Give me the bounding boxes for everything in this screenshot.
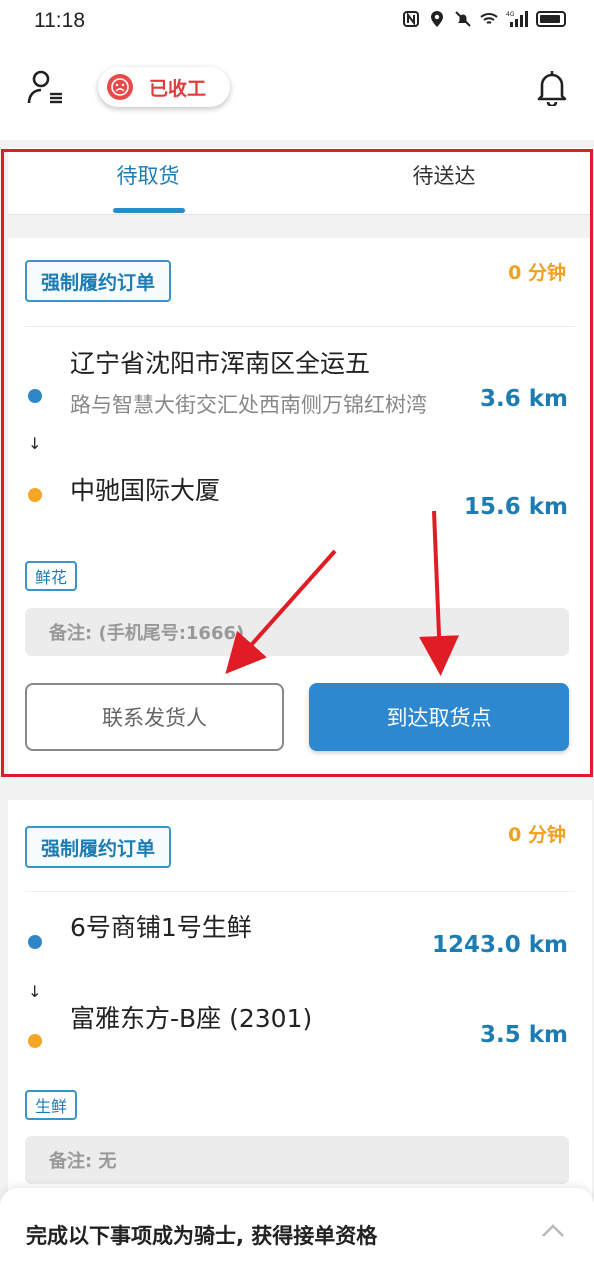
arrow-down-icon: ↓ — [28, 982, 42, 1001]
pickup-address-detail: 路与智慧大街交汇处西南侧万锦红树湾 — [70, 393, 427, 417]
onboarding-prompt: 完成以下事项成为骑士, 获得接单资格 — [26, 1224, 378, 1248]
location-icon — [431, 11, 443, 27]
pickup-address-name: 6号商铺1号生鲜 — [70, 913, 252, 942]
order-timer: 0 分钟 — [508, 824, 566, 846]
mute-bell-icon — [455, 11, 471, 27]
order-timer: 0 分钟 — [508, 262, 566, 284]
pickup-address-name: 辽宁省沈阳市浑南区全运五 — [70, 349, 371, 378]
dropoff-dot-icon — [28, 488, 42, 502]
order-tabs: 待取货 待送达 — [8, 148, 592, 215]
contact-shipper-button[interactable]: 联系发货人 — [25, 683, 284, 751]
work-status-label: 已收工 — [149, 77, 207, 100]
notification-bell-icon[interactable] — [536, 68, 568, 106]
wifi-icon — [480, 13, 498, 24]
status-icons: 4G — [402, 10, 566, 28]
sad-face-icon — [107, 74, 133, 100]
divider — [25, 891, 575, 892]
order-note: 备注: (手机尾号:1666) — [25, 608, 569, 656]
tab-pending-pickup[interactable]: 待取货 — [108, 148, 188, 214]
status-time: 11:18 — [34, 9, 85, 32]
chevron-up-icon[interactable] — [540, 1218, 566, 1244]
arrive-pickup-button[interactable]: 到达取货点 — [309, 683, 569, 751]
work-status-toggle[interactable]: 已收工 — [98, 67, 230, 107]
pickup-distance: 1243.0 km — [431, 932, 568, 958]
user-menu-icon[interactable] — [26, 68, 66, 108]
forced-order-badge: 强制履约订单 — [25, 260, 172, 302]
divider — [25, 326, 575, 327]
dropoff-distance: 3.5 km — [479, 1022, 568, 1048]
dropoff-distance: 15.6 km — [463, 494, 568, 520]
goods-tag: 鲜花 — [25, 561, 78, 591]
pickup-dot-icon — [28, 389, 42, 403]
tab-pending-delivery[interactable]: 待送达 — [404, 148, 484, 214]
status-bar: 11:18 4G — [0, 0, 594, 44]
active-tab-indicator — [113, 208, 185, 213]
battery-icon — [536, 11, 566, 27]
top-bar: 已收工 — [0, 44, 594, 140]
forced-order-badge: 强制履约订单 — [25, 826, 172, 868]
order-card[interactable]: 强制履约订单 0 分钟 6号商铺1号生鲜 1243.0 km ↓ 富雅东方-B座… — [8, 800, 592, 1200]
arrow-down-icon: ↓ — [28, 434, 42, 453]
order-note: 备注: 无 — [25, 1136, 569, 1184]
pickup-distance: 3.6 km — [479, 386, 568, 412]
network-type: 4G — [506, 11, 515, 18]
nfc-icon — [403, 11, 419, 27]
dropoff-address-name: 富雅东方-B座 (2301) — [70, 1004, 313, 1033]
order-card[interactable]: 强制履约订单 0 分钟 辽宁省沈阳市浑南区全运五 路与智慧大街交汇处西南侧万锦红… — [8, 238, 592, 776]
dropoff-dot-icon — [28, 1034, 42, 1048]
onboarding-bottom-sheet[interactable]: 完成以下事项成为骑士, 获得接单资格 — [0, 1188, 594, 1287]
pickup-dot-icon — [28, 935, 42, 949]
goods-tag: 生鲜 — [25, 1090, 78, 1120]
dropoff-address-name: 中驰国际大厦 — [70, 476, 221, 505]
signal-icon: 4G — [506, 11, 528, 27]
